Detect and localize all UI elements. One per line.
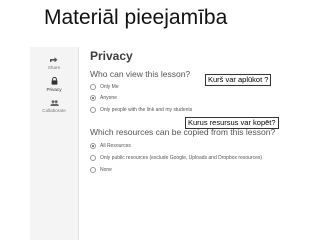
lock-icon xyxy=(51,77,57,85)
radio-anyone[interactable]: Anyone xyxy=(90,95,117,101)
option-label: Only people with the link and my student… xyxy=(100,107,193,113)
radio-button-selected[interactable] xyxy=(90,143,96,149)
people-icon xyxy=(49,100,59,106)
slide-title: Materiāl pieejamība xyxy=(44,6,228,29)
sidebar-item-share[interactable]: Share xyxy=(30,56,78,70)
option-label: Anyone xyxy=(100,95,117,101)
option-label: Only public resources (exclude Google, U… xyxy=(100,155,263,161)
radio-link-and-students[interactable]: Only people with the link and my student… xyxy=(90,107,192,113)
radio-only-me[interactable]: Only Me xyxy=(90,84,119,90)
sidebar-item-privacy[interactable]: Privacy xyxy=(30,77,78,92)
share-icon xyxy=(50,57,58,63)
radio-button[interactable] xyxy=(90,107,96,113)
sidebar-item-label: Share xyxy=(47,65,61,70)
sidebar-item-collaborate[interactable]: Collaborate xyxy=(30,100,78,113)
privacy-heading: Privacy xyxy=(90,49,133,63)
radio-button[interactable] xyxy=(90,84,96,90)
radio-button[interactable] xyxy=(90,167,96,173)
radio-only-public[interactable]: Only public resources (exclude Google, U… xyxy=(90,155,262,161)
view-question: Who can view this lesson? xyxy=(90,69,191,79)
radio-none[interactable]: None xyxy=(90,167,112,173)
radio-all-resources[interactable]: All Resources xyxy=(90,143,131,149)
option-label: All Resources xyxy=(100,143,131,149)
sidebar-item-label: Privacy xyxy=(46,87,62,92)
sidebar-item-label: Collaborate xyxy=(42,108,66,113)
option-label: Only Me xyxy=(100,84,119,90)
radio-button-selected[interactable] xyxy=(90,95,96,101)
sidebar: Share Privacy Collaborate xyxy=(30,47,79,240)
callout-view: Kurš var aplūkot ? xyxy=(205,74,272,86)
callout-copy: Kurus resursus var kopēt? xyxy=(185,117,279,129)
option-label: None xyxy=(100,167,112,173)
radio-button[interactable] xyxy=(90,155,96,161)
